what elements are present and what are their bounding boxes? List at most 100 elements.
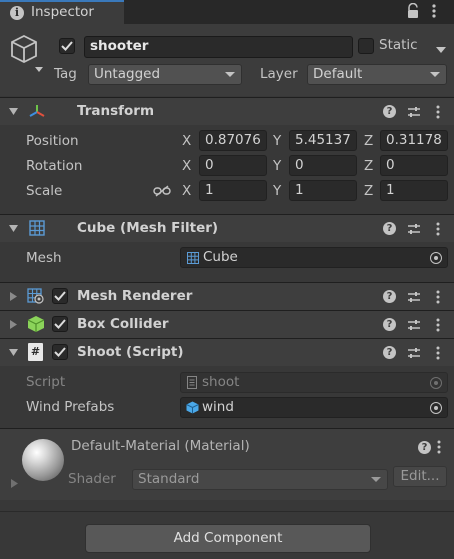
presets-icon[interactable] (407, 291, 421, 303)
mesh-renderer-checkbox[interactable] (52, 288, 68, 304)
shoot-script-header[interactable]: # Shoot (Script) ? (0, 338, 454, 366)
scale-label: Scale (26, 183, 63, 199)
rotation-z-input[interactable]: 0 (380, 155, 448, 176)
foldout-arrow-right-icon[interactable] (11, 479, 19, 488)
more-vertical-icon[interactable] (436, 318, 440, 332)
icon-dropdown-arrow-icon[interactable] (35, 61, 43, 72)
help-icon[interactable]: ? (383, 290, 396, 303)
box-collider-header[interactable]: Box Collider ? (0, 310, 454, 338)
material-title: Default-Material (Material) (71, 438, 250, 454)
object-picker-icon[interactable] (430, 402, 442, 414)
more-vertical-icon[interactable] (437, 440, 441, 454)
foldout-arrow-right-icon[interactable] (10, 292, 18, 301)
help-icon[interactable]: ? (383, 105, 396, 118)
position-y-input[interactable]: 5.45137 (289, 130, 357, 151)
mesh-label: Mesh (26, 250, 62, 266)
box-collider-checkbox[interactable] (52, 316, 68, 332)
scale-x-input[interactable]: 1 (199, 180, 267, 201)
scale-y-label[interactable]: Y (273, 183, 281, 199)
more-vertical-icon[interactable] (432, 3, 436, 19)
constrain-proportions-icon[interactable] (153, 185, 171, 197)
presets-icon[interactable] (407, 319, 421, 331)
position-z-input[interactable]: 0.31178 (380, 130, 448, 151)
material-preview-sphere[interactable] (22, 439, 64, 481)
material-section: Default-Material (Material) ? Shader Sta… (0, 428, 454, 500)
mesh-object-field[interactable]: Cube (180, 247, 448, 268)
rotation-z-value: 0 (386, 157, 395, 173)
add-component-button[interactable]: Add Component (85, 524, 371, 553)
chevron-down-icon (225, 72, 235, 77)
box-collider-title: Box Collider (77, 316, 169, 332)
position-z-label[interactable]: Z (364, 133, 373, 149)
gameobject-cube-icon[interactable] (10, 34, 38, 66)
help-icon[interactable]: ? (383, 222, 396, 235)
mesh-filter-header[interactable]: Cube (Mesh Filter) ? (0, 214, 454, 242)
more-vertical-icon[interactable] (436, 105, 440, 119)
shader-edit-label: Edit... (400, 468, 440, 484)
mesh-renderer-icon (27, 288, 44, 304)
help-icon[interactable]: ? (383, 318, 396, 331)
csharp-script-icon: # (28, 343, 43, 361)
scale-z-input[interactable]: 1 (380, 180, 448, 201)
tag-dropdown[interactable]: Untagged (88, 64, 242, 85)
rotation-x-label[interactable]: X (182, 158, 191, 174)
static-dropdown-icon[interactable] (436, 42, 446, 53)
tab-inspector[interactable]: i Inspector (0, 0, 124, 24)
layer-value: Default (313, 66, 363, 82)
help-icon[interactable]: ? (418, 441, 431, 454)
rotation-label: Rotation (26, 158, 83, 174)
scale-y-value: 1 (295, 182, 304, 198)
foldout-arrow-icon[interactable] (9, 349, 18, 357)
presets-icon[interactable] (407, 223, 421, 235)
shoot-script-title: Shoot (Script) (77, 344, 184, 360)
tab-title: Inspector (31, 4, 94, 20)
static-checkbox[interactable] (358, 38, 374, 54)
scale-z-label[interactable]: Z (364, 183, 373, 199)
more-vertical-icon[interactable] (436, 222, 440, 236)
more-vertical-icon[interactable] (436, 290, 440, 304)
layer-dropdown[interactable]: Default (307, 64, 447, 85)
rotation-y-value: 0 (295, 157, 304, 173)
prefab-cube-icon (186, 401, 199, 414)
shoot-script-checkbox[interactable] (52, 344, 68, 360)
foldout-arrow-icon[interactable] (9, 108, 18, 116)
object-name-input[interactable]: shooter (84, 36, 353, 58)
position-y-label[interactable]: Y (273, 133, 281, 149)
mesh-filter-title: Cube (Mesh Filter) (77, 220, 219, 236)
chevron-down-icon (371, 477, 381, 482)
mesh-renderer-title: Mesh Renderer (77, 288, 193, 304)
position-x-input[interactable]: 0.87076 (199, 130, 267, 151)
foldout-arrow-right-icon[interactable] (10, 320, 18, 329)
transform-header[interactable]: Transform ? (0, 97, 454, 125)
lock-icon[interactable] (406, 2, 420, 19)
position-x-value: 0.87076 (205, 132, 261, 148)
rotation-z-label[interactable]: Z (364, 158, 373, 174)
tag-value: Untagged (94, 66, 161, 82)
scale-z-value: 1 (386, 182, 395, 198)
divider (0, 511, 454, 512)
rotation-y-input[interactable]: 0 (289, 155, 357, 176)
scale-x-value: 1 (205, 182, 214, 198)
mesh-value: Cube (203, 249, 238, 265)
script-file-icon (187, 376, 197, 389)
rotation-y-label[interactable]: Y (273, 158, 281, 174)
foldout-arrow-icon[interactable] (9, 225, 18, 233)
object-name-text: shooter (90, 38, 149, 54)
presets-icon[interactable] (407, 347, 421, 359)
help-icon[interactable]: ? (383, 346, 396, 359)
object-picker-icon[interactable] (430, 252, 442, 264)
scale-y-input[interactable]: 1 (289, 180, 357, 201)
shader-edit-button[interactable]: Edit... (393, 466, 447, 487)
position-y-value: 5.45137 (295, 132, 351, 148)
active-checkbox[interactable] (59, 38, 75, 54)
transform-title: Transform (77, 103, 155, 119)
more-vertical-icon[interactable] (436, 346, 440, 360)
wind-prefabs-field[interactable]: wind (180, 397, 448, 418)
scale-x-label[interactable]: X (182, 183, 191, 199)
info-icon: i (10, 6, 24, 20)
shader-dropdown[interactable]: Standard (132, 469, 388, 490)
presets-icon[interactable] (407, 106, 421, 118)
position-x-label[interactable]: X (182, 133, 191, 149)
mesh-renderer-header[interactable]: Mesh Renderer ? (0, 282, 454, 310)
rotation-x-input[interactable]: 0 (199, 155, 267, 176)
